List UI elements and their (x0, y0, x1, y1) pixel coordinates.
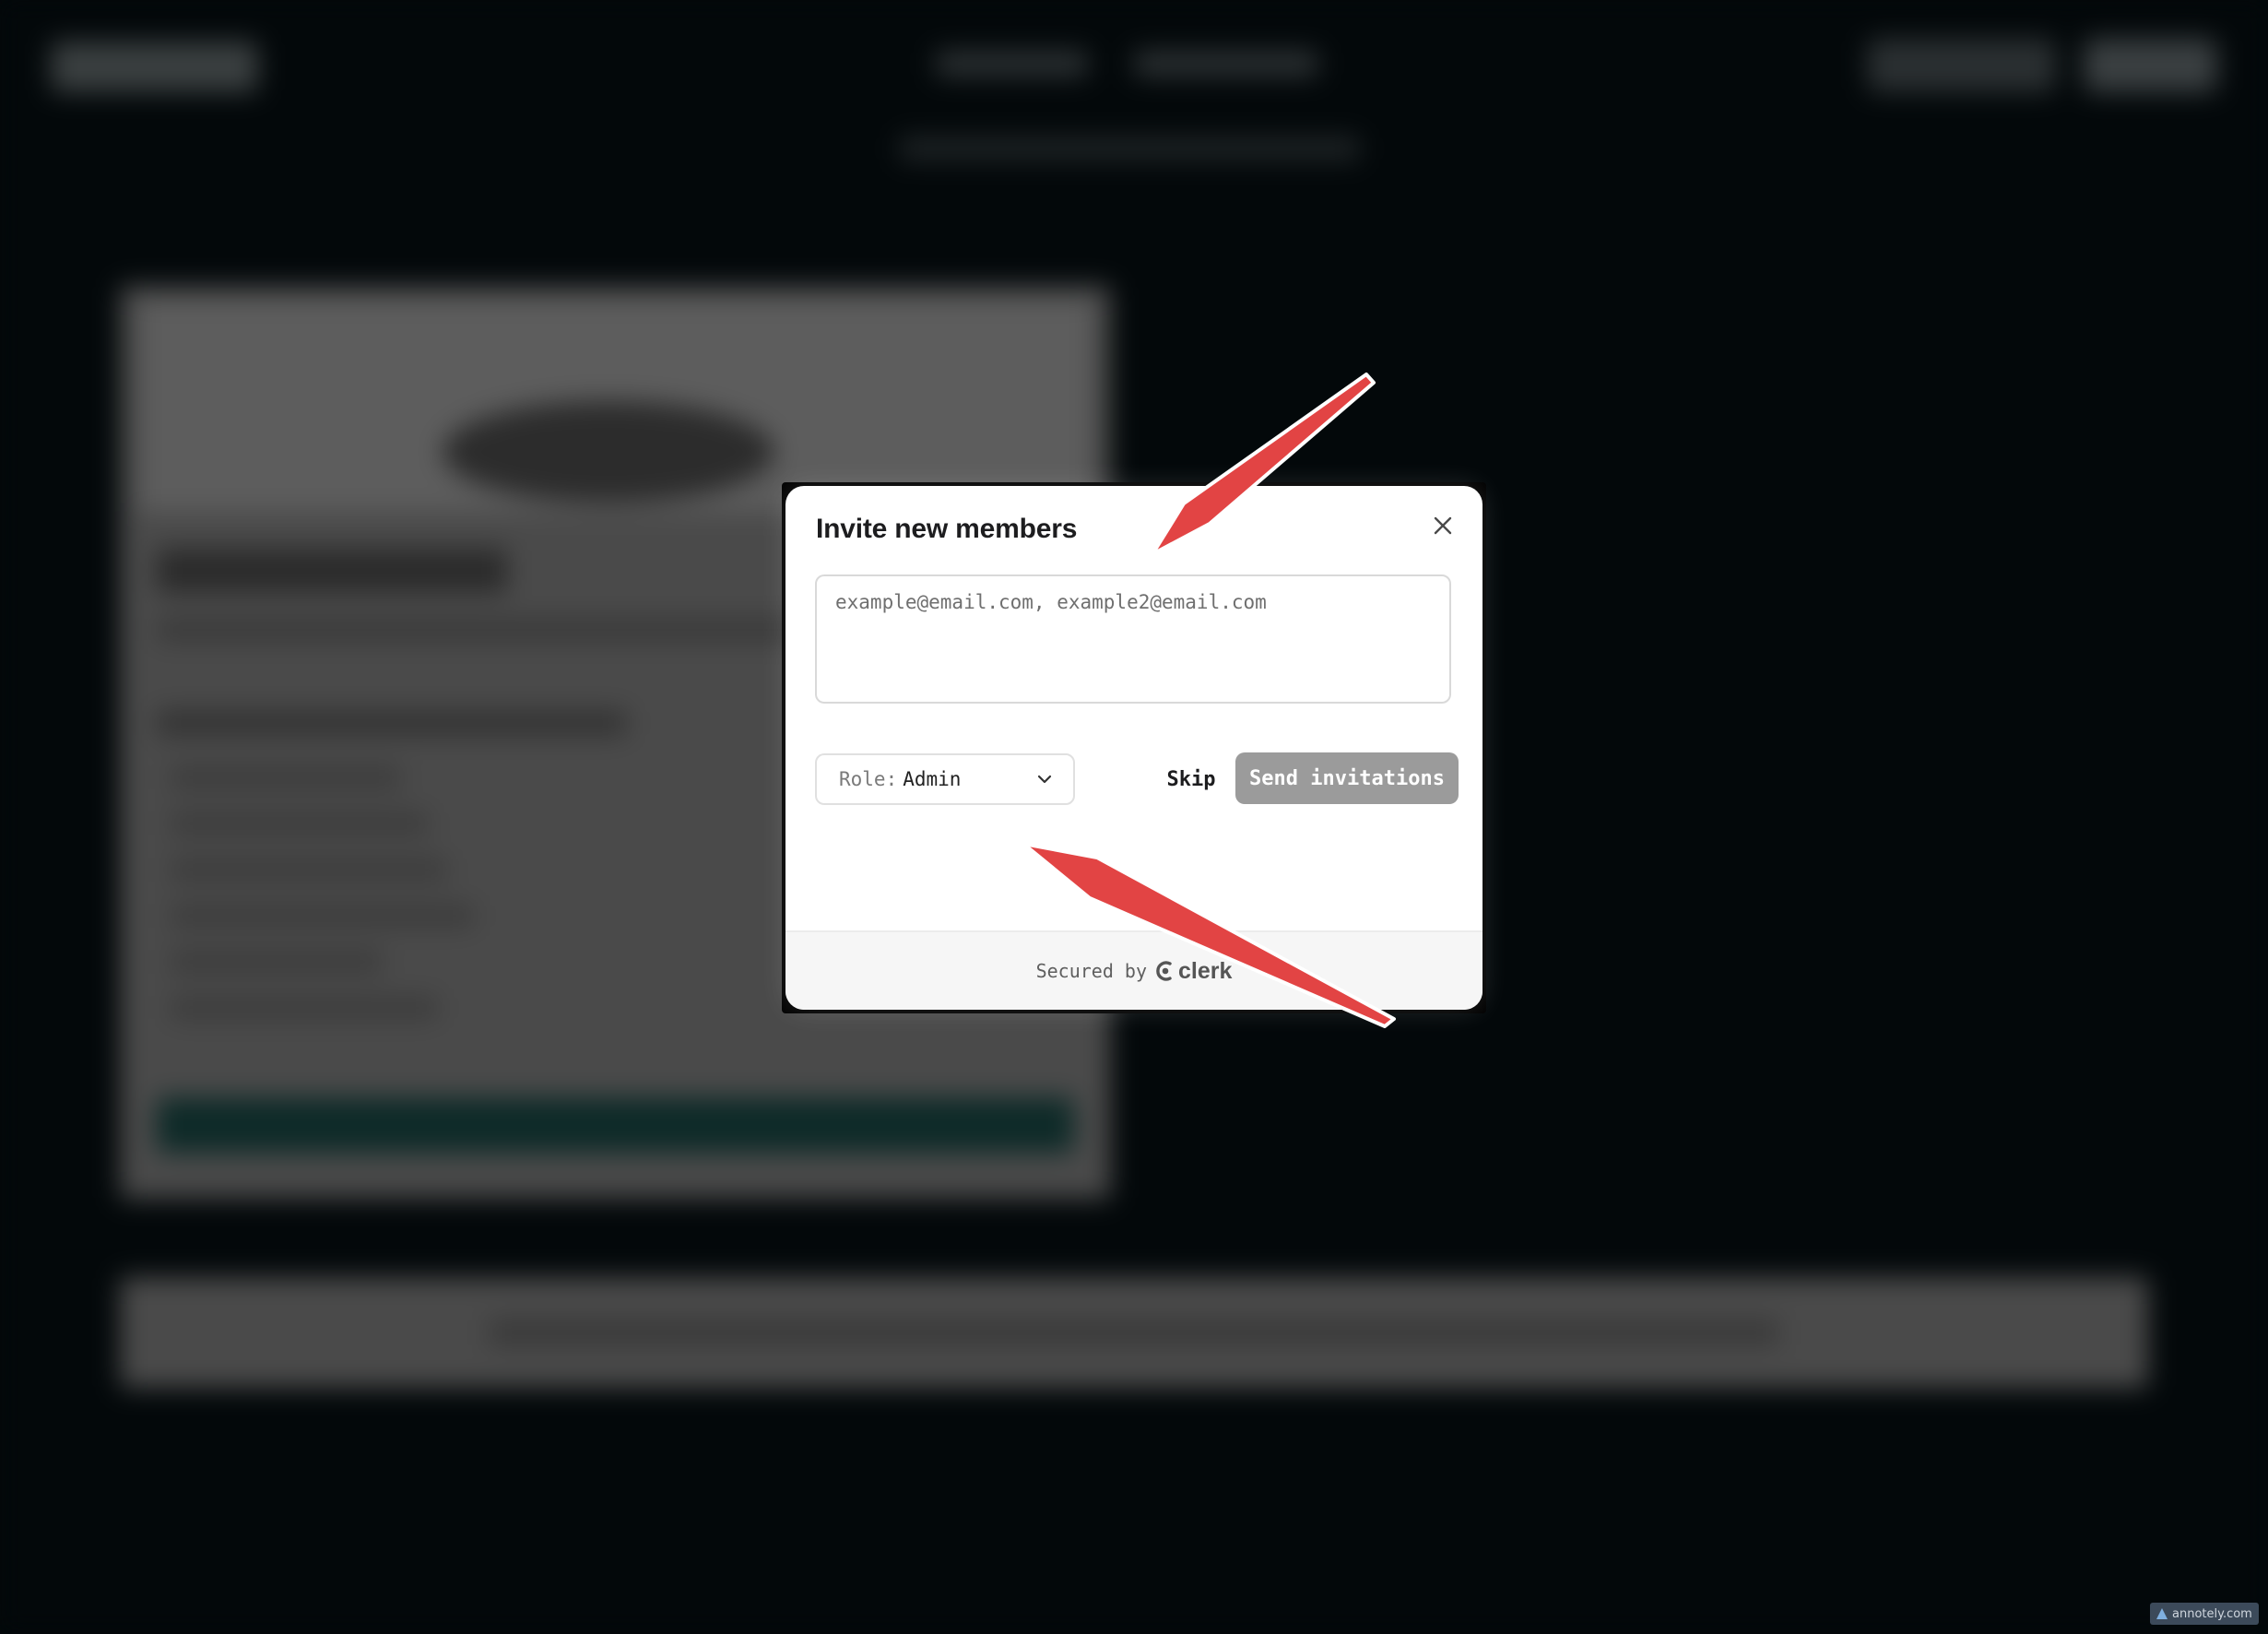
background-header-button (1867, 39, 2056, 92)
watermark-badge: annotely.com (2150, 1603, 2259, 1625)
background-logo (51, 41, 258, 92)
background-list-item (171, 858, 447, 882)
dialog-footer: Secured by clerk (786, 930, 1482, 1010)
watermark-text: annotely.com (2172, 1606, 2252, 1621)
background-nav-item (1134, 51, 1318, 77)
background-banner-text (489, 1319, 1779, 1346)
background-header-button (2084, 39, 2217, 92)
dialog-title: Invite new members (816, 514, 1078, 544)
background-card-subheading (157, 710, 627, 736)
invite-members-dialog: Invite new members Role: Admin Skip Send… (786, 486, 1482, 1010)
modal-frame: Invite new members Role: Admin Skip Send… (782, 482, 1486, 1013)
background-card-title (157, 549, 507, 593)
background-banner (120, 1277, 2148, 1388)
background-card-button (157, 1097, 1074, 1153)
close-icon (1434, 516, 1452, 535)
background-card-image (138, 300, 1093, 512)
chevron-down-icon (1036, 774, 1053, 785)
clerk-logo-icon (1156, 961, 1172, 981)
send-invitations-button[interactable]: Send invitations (1235, 752, 1459, 804)
background-list-item (171, 904, 475, 928)
background-list-item (171, 765, 401, 789)
background-subheader (899, 136, 1360, 160)
background-list-item (171, 811, 429, 835)
annotely-logo-icon (2156, 1608, 2168, 1619)
background-list-item (171, 996, 438, 1020)
background-card-description (157, 618, 839, 642)
role-select-value: Admin (903, 768, 962, 790)
background-nav-item (936, 51, 1088, 77)
background-list-item (171, 950, 383, 974)
secured-by-text: Secured by (1035, 960, 1148, 982)
close-button[interactable] (1429, 512, 1457, 539)
role-select-label: Role: (839, 768, 898, 790)
role-select[interactable]: Role: Admin (815, 753, 1075, 805)
clerk-logo[interactable]: clerk (1156, 958, 1232, 985)
skip-button[interactable]: Skip (1154, 753, 1228, 805)
clerk-brand-text: clerk (1178, 957, 1233, 984)
email-addresses-input[interactable] (815, 574, 1451, 704)
